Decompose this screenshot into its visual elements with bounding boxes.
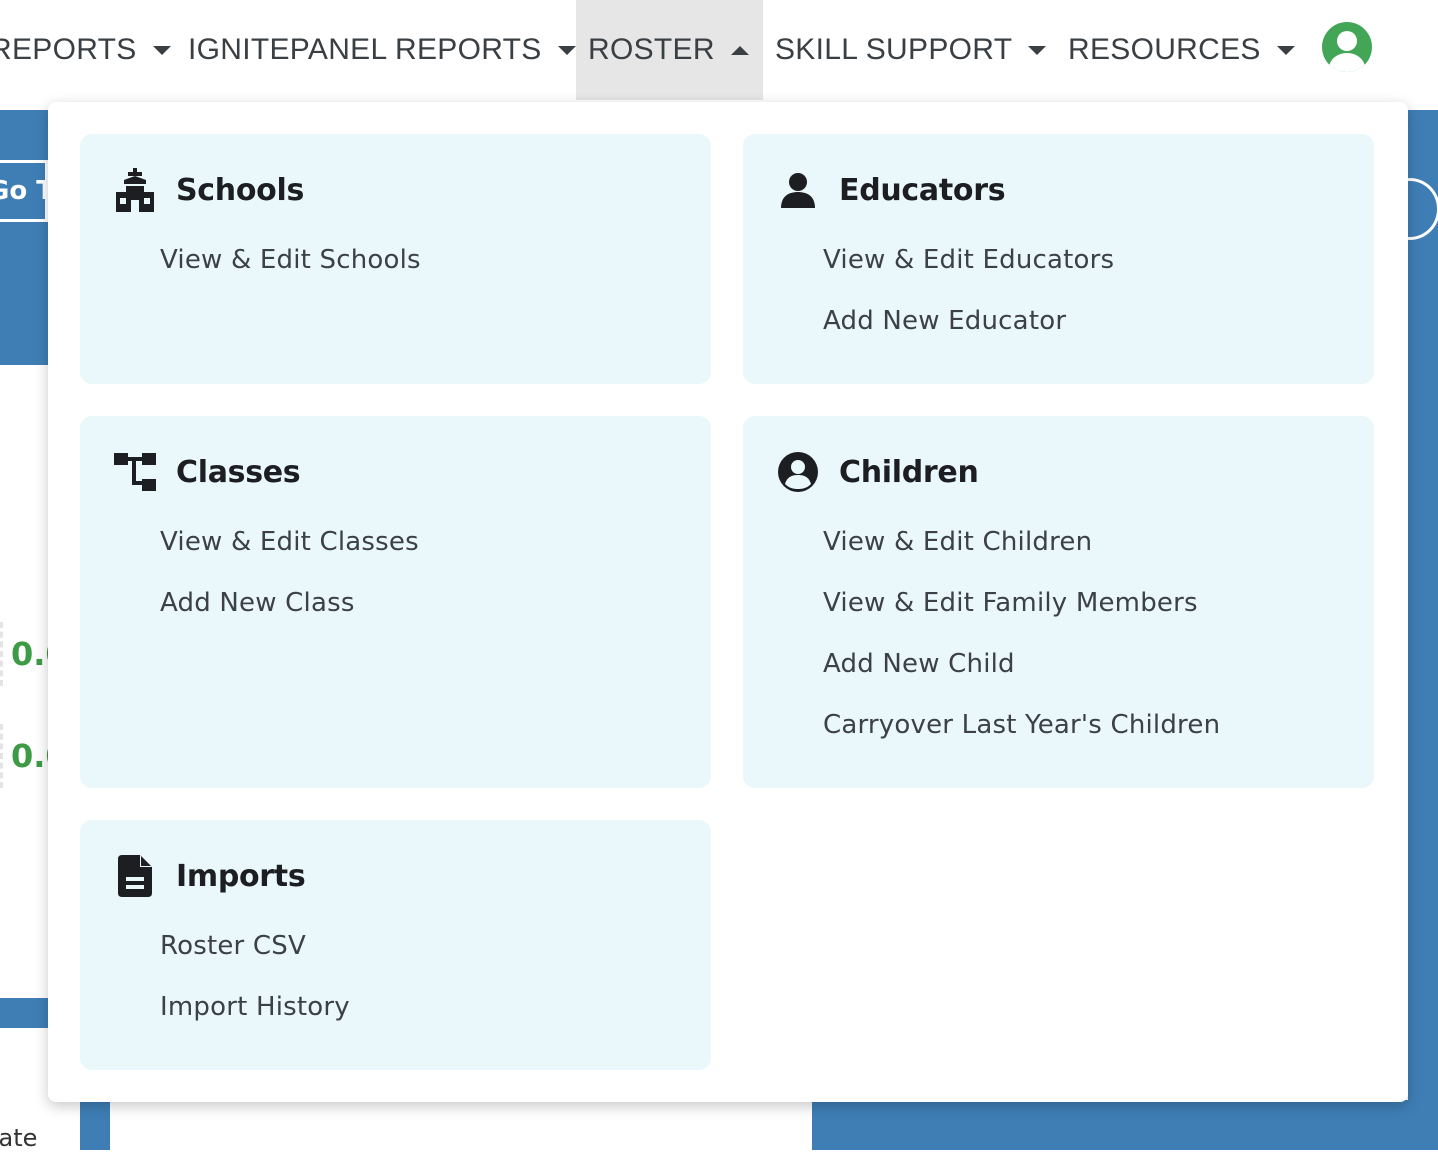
- chevron-down-icon: [152, 45, 171, 55]
- school-building-icon: [114, 168, 156, 212]
- nav-ignitepanel-reports-label: IGNITEPANEL REPORTS: [188, 33, 542, 66]
- chevron-down-icon: [557, 45, 576, 55]
- sitemap-icon: [114, 451, 156, 493]
- background-footer-label: Date:: [0, 1124, 40, 1152]
- schools-title: Schools: [176, 172, 305, 208]
- classes-card: Classes View & Edit Classes Add New Clas…: [80, 416, 711, 788]
- imports-card: Imports Roster CSV Import History: [80, 820, 711, 1070]
- classes-links: View & Edit Classes Add New Class: [160, 524, 419, 646]
- nav-roster-label: ROSTER: [588, 33, 715, 66]
- schools-links: View & Edit Schools: [160, 242, 421, 303]
- schools-card: Schools View & Edit Schools: [80, 134, 711, 384]
- add-new-class-link[interactable]: Add New Class: [160, 585, 419, 646]
- classes-header: Classes: [114, 451, 301, 493]
- children-header: Children: [777, 452, 979, 492]
- top-navigation: REPORTS IGNITEPANEL REPORTS ROSTER SKILL…: [0, 0, 1438, 100]
- background-blue-band: [0, 998, 48, 1028]
- view-edit-classes-link[interactable]: View & Edit Classes: [160, 524, 419, 585]
- view-edit-schools-link[interactable]: View & Edit Schools: [160, 242, 421, 303]
- imports-header: Imports: [114, 855, 306, 897]
- children-card: Children View & Edit Children View & Edi…: [743, 416, 1374, 788]
- nav-resources[interactable]: RESOURCES: [1068, 0, 1295, 100]
- nav-resources-label: RESOURCES: [1068, 33, 1261, 66]
- background-stat-value: 0.0: [0, 622, 48, 686]
- chevron-up-icon: [730, 45, 749, 55]
- background-blue-banner-left: [0, 110, 48, 365]
- chevron-down-icon: [1276, 45, 1295, 55]
- person-icon: [777, 169, 819, 211]
- children-links: View & Edit Children View & Edit Family …: [823, 524, 1220, 768]
- background-stat-value: 0.0: [0, 724, 48, 788]
- nav-skill-support-label: SKILL SUPPORT: [775, 33, 1013, 66]
- nav-roster[interactable]: ROSTER: [576, 0, 763, 100]
- nav-reports-label: REPORTS: [0, 33, 137, 66]
- nav-skill-support[interactable]: SKILL SUPPORT: [775, 0, 1047, 100]
- imports-title: Imports: [176, 858, 306, 894]
- imports-links: Roster CSV Import History: [160, 928, 350, 1050]
- background-blue-banner-right: [1408, 110, 1438, 1150]
- nav-reports[interactable]: REPORTS: [0, 0, 171, 100]
- view-edit-family-members-link[interactable]: View & Edit Family Members: [823, 585, 1220, 646]
- user-avatar-icon[interactable]: [1322, 22, 1372, 72]
- import-history-link[interactable]: Import History: [160, 989, 350, 1050]
- carryover-children-link[interactable]: Carryover Last Year's Children: [823, 707, 1220, 768]
- roster-dropdown-menu: Schools View & Edit Schools Educators Vi…: [48, 102, 1408, 1102]
- go-to-button[interactable]: Go To: [0, 160, 48, 222]
- educators-card: Educators View & Edit Educators Add New …: [743, 134, 1374, 384]
- view-edit-children-link[interactable]: View & Edit Children: [823, 524, 1220, 585]
- educators-links: View & Edit Educators Add New Educator: [823, 242, 1114, 364]
- children-title: Children: [839, 454, 979, 490]
- classes-title: Classes: [176, 454, 301, 490]
- schools-header: Schools: [114, 168, 305, 212]
- nav-ignitepanel-reports[interactable]: IGNITEPANEL REPORTS: [188, 0, 576, 100]
- user-circle-icon: [777, 451, 819, 493]
- background-blue-panel-a: [80, 1100, 110, 1150]
- view-edit-educators-link[interactable]: View & Edit Educators: [823, 242, 1114, 303]
- add-new-educator-link[interactable]: Add New Educator: [823, 303, 1114, 364]
- educators-header: Educators: [777, 169, 1006, 211]
- file-document-icon: [114, 855, 156, 897]
- roster-csv-link[interactable]: Roster CSV: [160, 928, 350, 989]
- add-new-child-link[interactable]: Add New Child: [823, 646, 1220, 707]
- background-blue-panel-b: [812, 1100, 1438, 1150]
- educators-title: Educators: [839, 172, 1006, 208]
- chevron-down-icon: [1028, 45, 1047, 55]
